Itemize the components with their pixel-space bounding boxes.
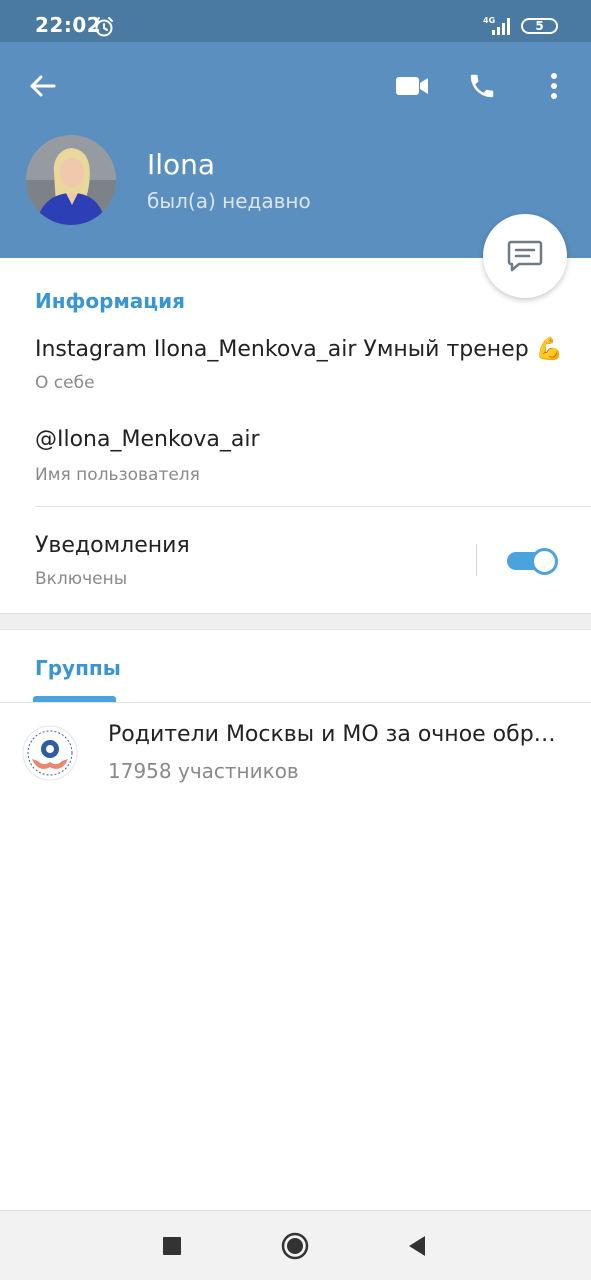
username-value[interactable]: @Ilona_Menkova_air	[35, 427, 260, 452]
notifications-title[interactable]: Уведомления	[35, 533, 190, 558]
divider	[35, 506, 591, 507]
back-button[interactable]	[20, 64, 64, 108]
recents-button[interactable]	[155, 1229, 189, 1263]
message-button[interactable]	[483, 214, 567, 298]
recents-icon	[163, 1237, 181, 1255]
info-section-title: Информация	[35, 289, 185, 313]
section-separator	[0, 613, 591, 630]
toggle-knob	[531, 548, 558, 575]
network-type: 4G	[483, 16, 495, 25]
message-icon	[507, 240, 543, 272]
info-section: Информация Instagram Ilona_Menkova_air У…	[0, 258, 591, 613]
alarm-icon	[93, 16, 115, 42]
call-button[interactable]	[460, 64, 504, 108]
notifications-toggle[interactable]	[507, 548, 559, 575]
back-arrow-icon	[30, 75, 56, 97]
signal-icon: 4G	[480, 15, 514, 41]
bio-label: О себе	[35, 373, 95, 393]
profile-photo	[26, 135, 116, 225]
home-button[interactable]	[278, 1229, 312, 1263]
nav-back-button[interactable]	[400, 1229, 434, 1263]
video-camera-icon	[396, 77, 428, 95]
status-bar: 22:02 4G 5	[0, 0, 591, 42]
profile-last-seen: был(а) недавно	[147, 189, 311, 213]
more-vertical-icon	[551, 73, 557, 99]
phone-icon	[470, 74, 494, 98]
group-avatar	[22, 725, 78, 781]
system-nav-bar	[0, 1210, 591, 1280]
group-name: Родители Москвы и МО за очное образовани…	[108, 722, 558, 747]
home-icon	[281, 1232, 309, 1260]
list-item[interactable]: Родители Москвы и МО за очное образовани…	[0, 703, 591, 798]
notifications-status: Включены	[35, 569, 128, 589]
bio-value[interactable]: Instagram Ilona_Menkova_air Умный тренер…	[35, 337, 563, 362]
divider	[476, 544, 477, 576]
profile-name: Ilona	[147, 148, 216, 181]
battery-icon: 5	[521, 18, 558, 34]
profile-avatar[interactable]	[26, 135, 116, 225]
status-time: 22:02	[35, 13, 102, 37]
group-member-count: 17958 участников	[108, 759, 299, 783]
nav-back-icon	[409, 1236, 425, 1256]
video-call-button[interactable]	[388, 64, 436, 108]
group-logo-icon	[22, 725, 78, 781]
more-options-button[interactable]	[534, 64, 574, 108]
username-label: Имя пользователя	[35, 465, 200, 485]
tab-groups[interactable]: Группы	[35, 656, 121, 680]
